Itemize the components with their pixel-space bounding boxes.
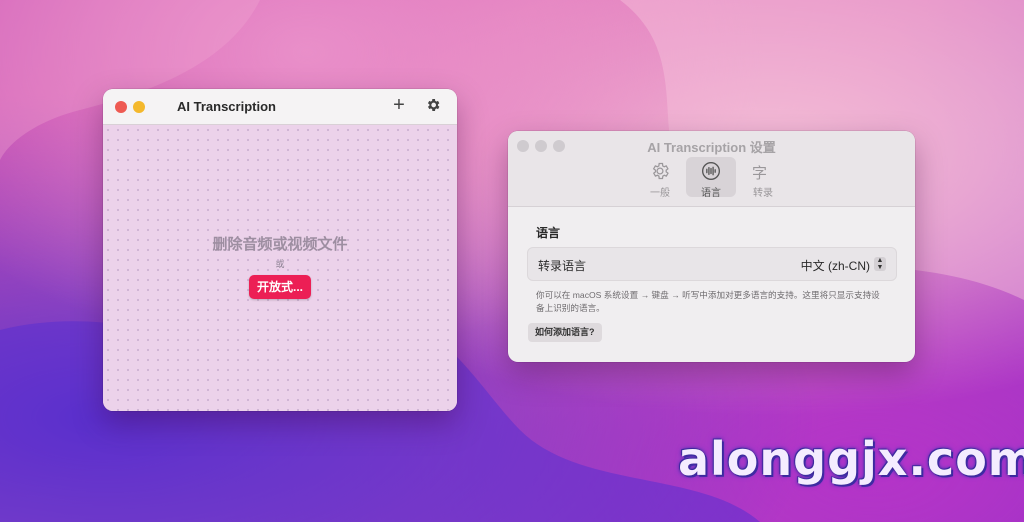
open-file-button[interactable]: 开放式...	[249, 275, 311, 299]
tab-label: 语言	[701, 188, 721, 199]
add-button[interactable]: +	[389, 95, 409, 115]
language-select[interactable]: 中文 (zh-CN)	[801, 257, 870, 274]
tab-language[interactable]: 语言	[686, 157, 736, 199]
gear-icon	[652, 162, 669, 180]
settings-window: AI Transcription 设置 一般 语言 字 转录 语言 转录语言 中…	[508, 131, 915, 362]
waveform-icon	[702, 162, 720, 180]
file-drop-zone[interactable]: 删除音频或视频文件 或 开放式...	[103, 125, 457, 411]
plus-icon: +	[393, 94, 405, 116]
section-title: 语言	[536, 226, 561, 240]
close-button[interactable]	[115, 101, 127, 113]
transcription-language-row: 转录语言 中文 (zh-CN) ▲ ▼	[527, 247, 897, 281]
or-label: 或	[275, 259, 285, 269]
tab-general[interactable]: 一般	[635, 157, 685, 199]
add-language-help-button[interactable]: 如何添加语言?	[528, 323, 602, 342]
text-cursor-icon: 字	[752, 165, 768, 182]
watermark: alonggjx.com	[678, 432, 1024, 486]
window-titlebar: AI Transcription +	[103, 89, 457, 125]
chevron-updown-icon[interactable]: ▲ ▼	[874, 257, 886, 271]
settings-button[interactable]	[425, 97, 443, 115]
tab-label: 转录	[753, 188, 773, 199]
window-title: AI Transcription	[177, 99, 276, 114]
tab-transcribe[interactable]: 字 转录	[738, 157, 788, 199]
gear-icon	[427, 99, 440, 111]
minimize-button[interactable]	[133, 101, 145, 113]
settings-toolbar: AI Transcription 设置 一般 语言 字 转录	[508, 131, 915, 207]
drop-prompt: 删除音频或视频文件	[212, 236, 348, 253]
language-hint: 你可以在 macOS 系统设置 → 键盘 → 听写中添加对更多语言的支持。这里将…	[536, 290, 880, 313]
transcription-window: AI Transcription + 删除音频或视频文件 或 开放式...	[103, 89, 457, 411]
settings-title: AI Transcription 设置	[647, 140, 776, 155]
row-label: 转录语言	[538, 259, 587, 273]
tab-label: 一般	[650, 188, 670, 199]
